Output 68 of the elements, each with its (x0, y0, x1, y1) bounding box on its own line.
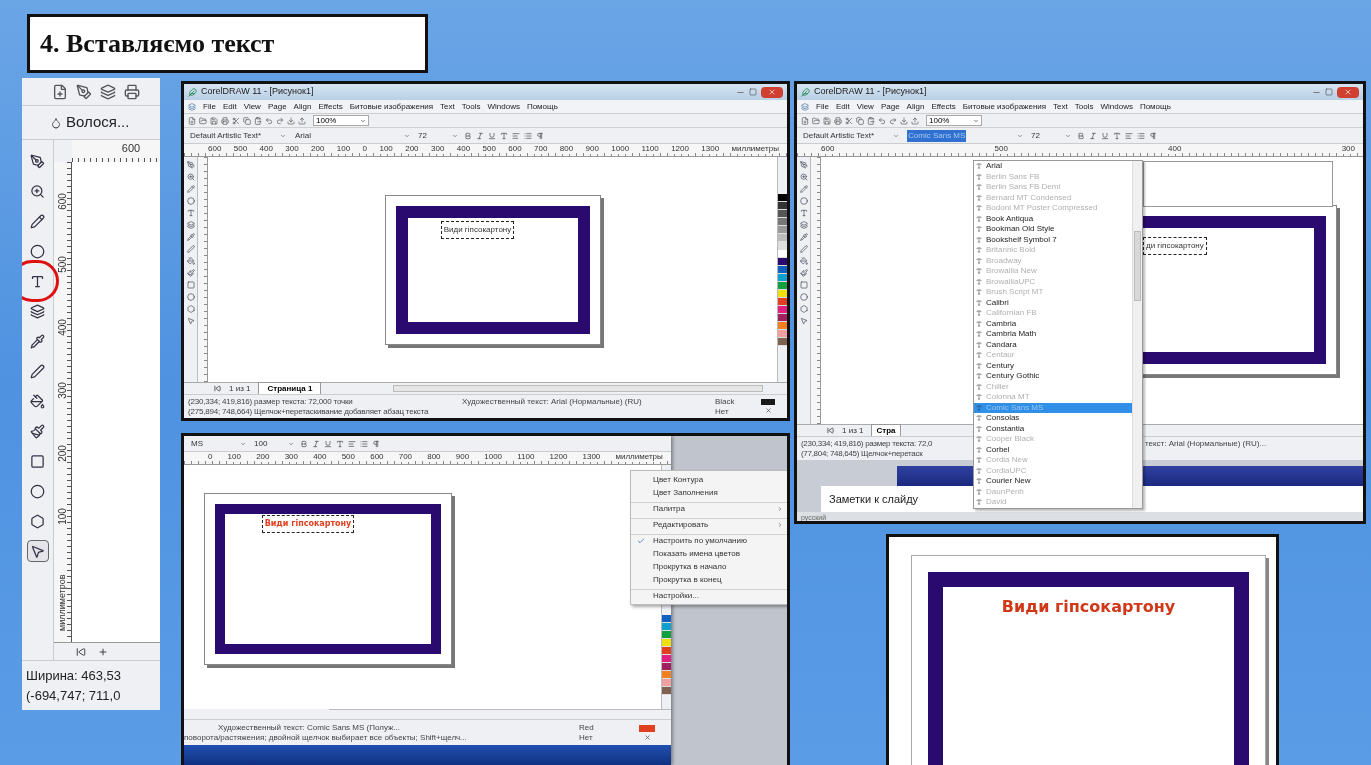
ruler-label: 600 (208, 144, 222, 154)
status-text: Ширина: 463,53 (26, 667, 123, 685)
window-title: CorelDRAW 11 - [Рисунок1] (201, 85, 314, 99)
ruler-unit: миллиметры (615, 452, 663, 462)
ruler-label: 300 (56, 382, 69, 400)
status-text: (77,804; 748,645) Щелчок+перетаск (801, 448, 924, 459)
ruler-label: 400 (56, 319, 69, 336)
status-text: Художественный текст: Comic Sans MS (Полуж... (218, 722, 402, 733)
ruler-label: 1000 (611, 144, 630, 154)
ruler-label: 400 (1168, 144, 1182, 154)
ruler-label: 100 (379, 144, 393, 154)
ruler-label: 700 (398, 452, 413, 462)
title-text: 4. Вставляємо текст (40, 28, 275, 60)
ruler-label: 800 (559, 144, 574, 154)
ruler-label: 1100 (517, 452, 535, 462)
ruler-label: 100 (56, 508, 69, 526)
ruler-label: 1100 (641, 144, 659, 154)
ruler-label: 600 (121, 141, 141, 156)
ruler-label: 500 (482, 144, 496, 154)
page-counter: 1 из 1 (229, 382, 251, 395)
ruler-label: 600 (56, 193, 69, 210)
outline-color-label: Red (579, 722, 595, 733)
ruler-label: 600 (370, 452, 384, 462)
ruler-label: 300 (285, 144, 299, 154)
ruler-label: 1000 (484, 452, 503, 462)
ruler-label: 500 (56, 256, 69, 273)
window-title: CorelDRAW 11 - [Рисунок1] (814, 85, 927, 99)
ruler-label: 600 (508, 144, 522, 154)
ruler-label: 100 (227, 452, 241, 462)
outline-color-label: Black (715, 396, 736, 407)
ruler-label: 900 (585, 144, 599, 154)
ruler-label: 700 (534, 144, 548, 154)
status-text: (-694,747; 711,0 (26, 686, 122, 705)
ruler-label: 800 (427, 452, 441, 462)
status-text: (275,894; 748,664) Щелчок+перетаскивание добавляет абзац текста (188, 406, 430, 417)
ruler-label: 0 (362, 144, 368, 154)
ruler-label: 500 (233, 144, 248, 154)
ruler-label: 300 (1341, 144, 1355, 154)
ruler-label: 900 (455, 452, 470, 462)
ruler-label: 300 (431, 144, 445, 154)
status-text: текст: Arial (Нормальные) (RU)... (1145, 439, 1267, 449)
ruler-label: 1200 (671, 144, 689, 154)
ruler-label: 500 (341, 452, 356, 462)
ruler-label: 1200 (549, 452, 568, 462)
ruler-unit: миллиметров (55, 574, 68, 632)
ruler-unit: миллиметры (731, 144, 779, 154)
status-text: (230,334; 419,816) размер текста: 72,000 точки (188, 396, 354, 407)
ruler-label: 200 (256, 452, 270, 462)
ruler-label: 300 (284, 452, 298, 462)
fill-color-label: Нет (715, 406, 730, 417)
ruler-label: 100 (336, 144, 351, 154)
ruler-label: 200 (56, 445, 69, 463)
ruler-label: 500 (994, 144, 1008, 154)
page-counter: 1 из 1 (842, 424, 864, 437)
ruler-label: 600 (821, 144, 835, 154)
ruler-label: 400 (259, 144, 273, 154)
ruler-label: 200 (405, 144, 419, 154)
ruler-label: 400 (456, 144, 471, 154)
status-text: поворота/растяжения; двойной щелчок выбирает все объекты; Shift+щелч... (184, 732, 468, 743)
ruler-label: 1300 (701, 144, 720, 154)
ruler-label: 0 (208, 452, 213, 462)
status-text: Художественный текст: Arial (Нормальные) (RU) (462, 397, 642, 407)
slide-heading: Види гіпсокартону (1001, 596, 1176, 618)
fill-color-label: Нет (579, 732, 594, 743)
ruler-label: 200 (311, 144, 325, 154)
ruler-label: 400 (313, 452, 327, 462)
ruler-label: 1300 (582, 452, 601, 462)
status-text: (230,334; 419,816) размер текста: 72,0 (801, 438, 934, 449)
